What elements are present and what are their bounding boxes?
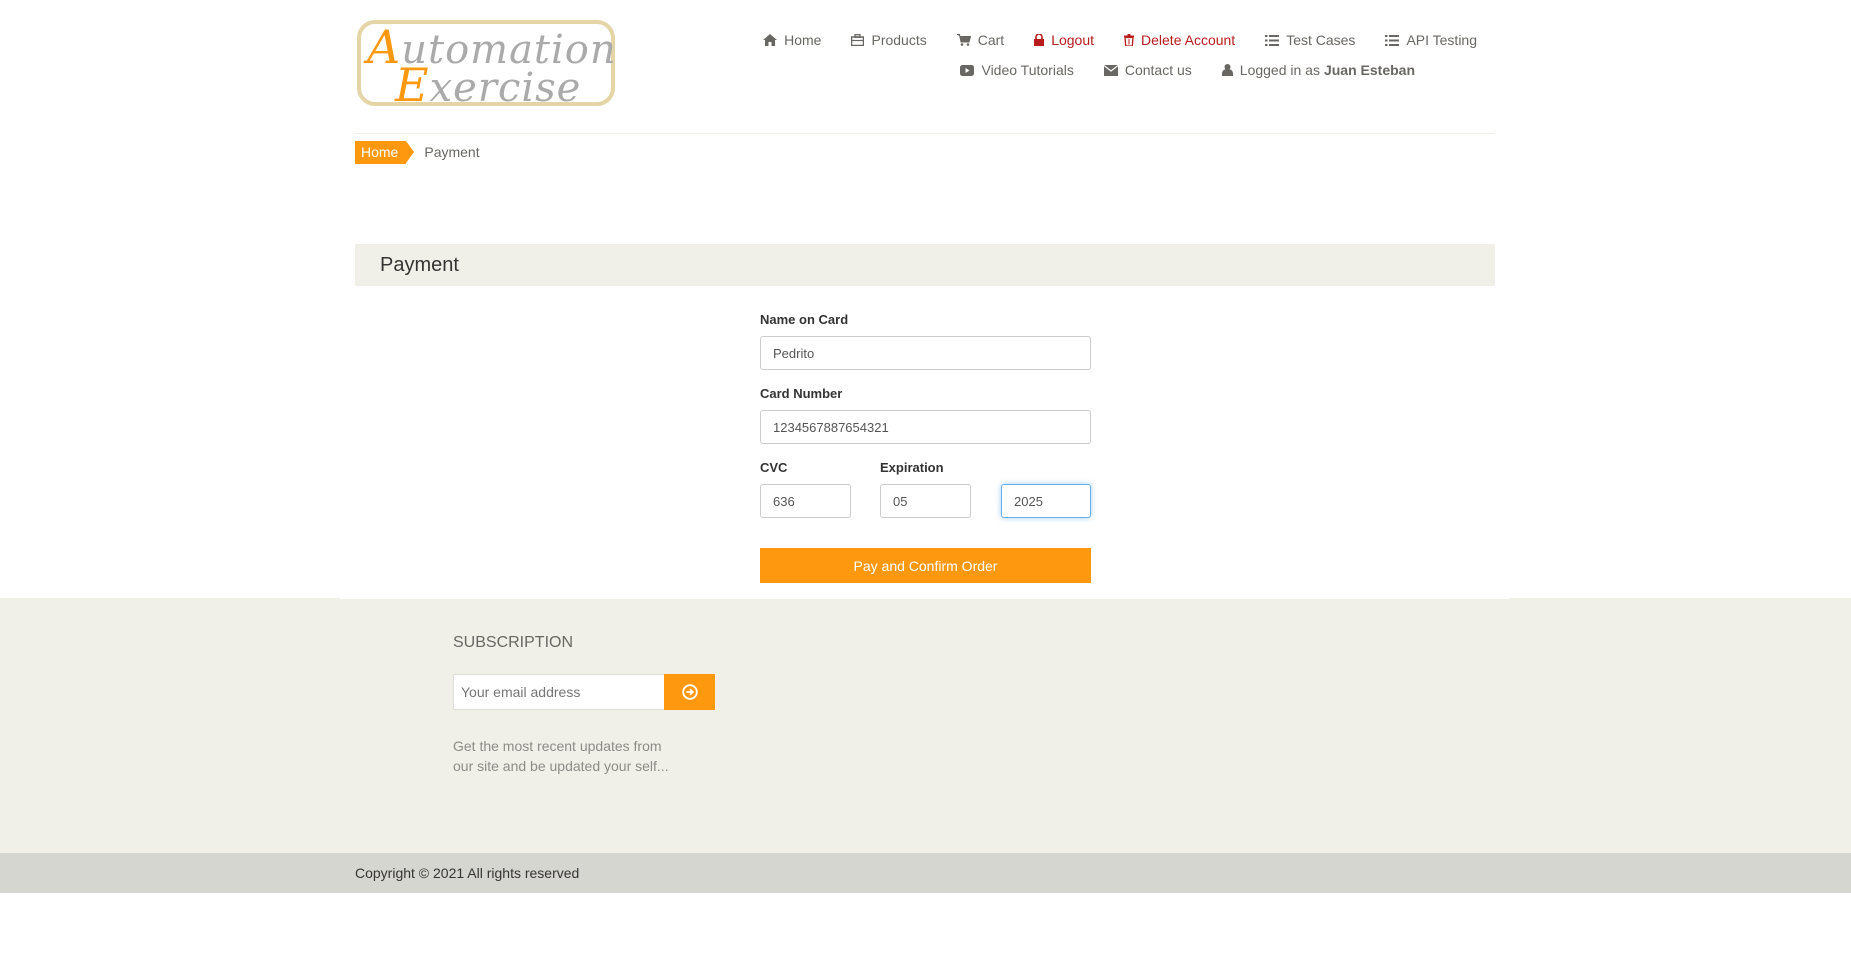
nav-home-label: Home — [784, 32, 822, 48]
nav-logout-label: Logout — [1051, 32, 1095, 48]
pay-and-confirm-order-button[interactable]: Pay and Confirm Order — [760, 548, 1091, 583]
nav-contact-us[interactable]: Contact us — [1103, 62, 1192, 78]
list-icon — [1385, 34, 1400, 46]
home-icon — [763, 34, 778, 46]
trash-icon — [1124, 34, 1135, 46]
nav-home[interactable]: Home — [763, 32, 821, 48]
nav-logged-in: Logged in as Juan Esteban — [1221, 62, 1415, 78]
arrow-circle-right-icon — [681, 684, 698, 700]
site-logo[interactable]: Automation Exercise — [357, 20, 616, 112]
nav-contact-us-label: Contact us — [1124, 62, 1192, 78]
subscribe-button[interactable] — [664, 674, 715, 710]
logo-line-2: Exercise — [395, 58, 582, 112]
list-icon — [1265, 34, 1280, 46]
lock-icon — [1034, 34, 1045, 46]
nav-products-label: Products — [871, 32, 927, 48]
nav-test-cases-label: Test Cases — [1286, 32, 1356, 48]
envelope-icon — [1103, 64, 1118, 76]
site-header: Automation Exercise Home Products Cart L… — [355, 0, 1495, 134]
name-on-card-label: Name on Card — [760, 312, 849, 327]
card-number-label: Card Number — [760, 386, 843, 401]
nav-delete-account[interactable]: Delete Account — [1124, 32, 1235, 48]
nav-cart-label: Cart — [977, 32, 1005, 48]
nav-api-testing-label: API Testing — [1406, 32, 1477, 48]
cvc-input[interactable] — [760, 484, 851, 518]
briefcase-icon — [851, 34, 865, 46]
breadcrumb: Home Payment — [355, 140, 1495, 164]
cvc-label: CVC — [760, 460, 788, 475]
footer-widget — [0, 598, 1851, 853]
expiration-year-input[interactable] — [1001, 484, 1091, 518]
cart-icon — [956, 34, 971, 46]
nav-cart[interactable]: Cart — [956, 32, 1005, 48]
nav-delete-account-label: Delete Account — [1141, 32, 1236, 48]
footer-bottom-bar: Copyright © 2021 All rights reserved — [0, 853, 1851, 893]
nav-api-testing[interactable]: API Testing — [1385, 32, 1477, 48]
expiration-label: Expiration — [880, 460, 944, 475]
page-title: Payment — [355, 244, 1495, 286]
nav-products[interactable]: Products — [851, 32, 927, 48]
subscription-title: SUBSCRIPTION — [453, 634, 574, 651]
expiration-month-input[interactable] — [880, 484, 971, 518]
nav-video-tutorials[interactable]: Video Tutorials — [960, 62, 1074, 78]
nav-row-2: Video Tutorials Contact us Logged in as … — [930, 62, 1415, 78]
breadcrumb-home[interactable]: Home — [355, 140, 415, 164]
nav-logout[interactable]: Logout — [1034, 32, 1094, 48]
user-icon — [1221, 64, 1233, 76]
nav-test-cases[interactable]: Test Cases — [1265, 32, 1355, 48]
copyright-text: Copyright © 2021 All rights reserved — [355, 865, 580, 881]
main-nav: Home Products Cart Logout Delete Account… — [735, 28, 1495, 88]
card-number-input[interactable] — [760, 410, 1091, 444]
footer-divider — [340, 598, 1510, 599]
nav-row-1: Home Products Cart Logout Delete Account… — [733, 32, 1477, 48]
logged-in-user: Juan Esteban — [1323, 62, 1415, 78]
nav-video-tutorials-label: Video Tutorials — [981, 62, 1074, 78]
subscription-description: Get the most recent updates from our sit… — [453, 738, 669, 774]
breadcrumb-current: Payment — [424, 144, 480, 160]
youtube-play-icon — [960, 64, 975, 76]
logged-in-prefix: Logged in as — [1239, 62, 1320, 78]
name-on-card-input[interactable] — [760, 336, 1091, 370]
subscription-email-input[interactable] — [453, 674, 665, 710]
